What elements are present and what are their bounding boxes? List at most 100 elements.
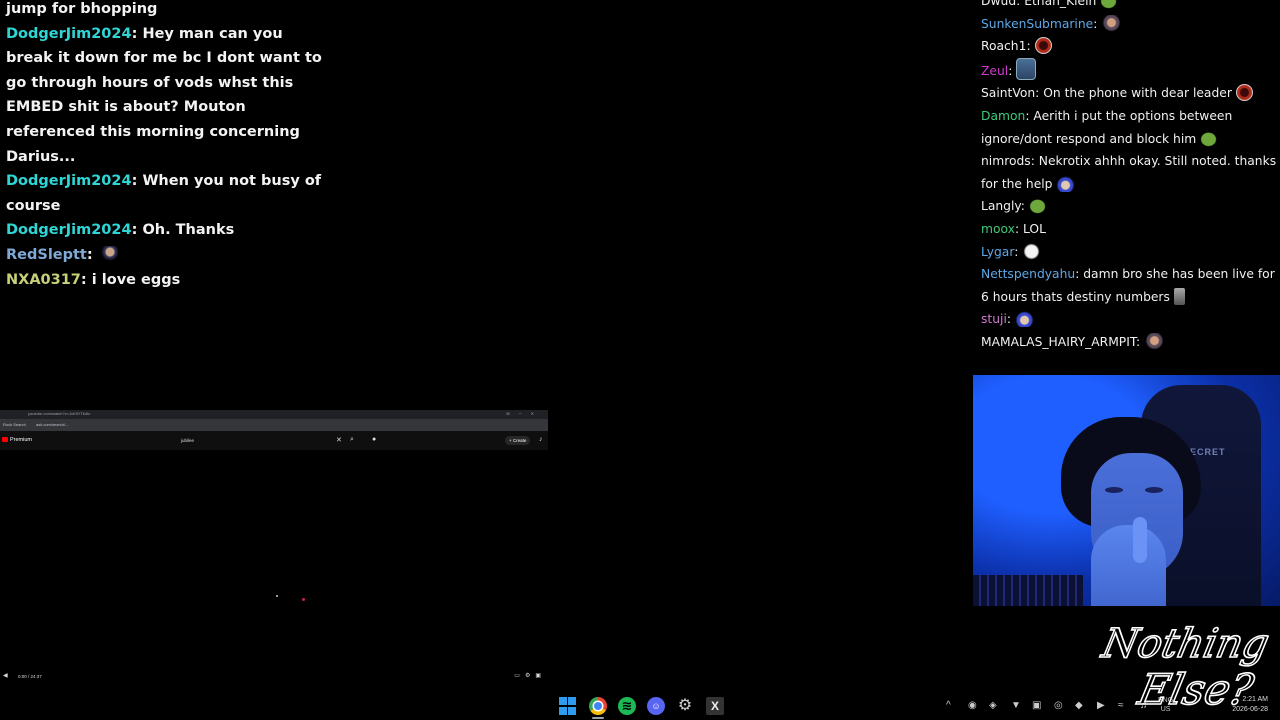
- chat-message: Lygar:: [977, 241, 1277, 264]
- orb-emote: [1235, 84, 1253, 102]
- chat-text: On the phone with dear leader: [1043, 86, 1232, 101]
- chat-separator: :: [1035, 86, 1044, 101]
- man-emote: [1144, 332, 1164, 350]
- webcam-feed: SECRET: [973, 375, 1280, 606]
- grey-emote: [1173, 287, 1185, 305]
- chat-text: i love eggs: [91, 271, 181, 288]
- time-display: 0:00 / 24:37: [18, 674, 42, 679]
- chat-username[interactable]: Roach1: [977, 39, 1026, 53]
- chrome-active-indicator: [592, 717, 604, 719]
- keyboard: [973, 575, 1083, 606]
- tray-steam-icon[interactable]: ◈: [989, 700, 997, 711]
- chat-message: DodgerJim2024: Hey man can you break it …: [6, 22, 324, 170]
- spotify-icon[interactable]: ≋: [618, 697, 636, 715]
- chat-message: SaintVon: On the phone with dear leader: [977, 82, 1277, 105]
- video-player[interactable]: [0, 450, 548, 670]
- clear-search-icon[interactable]: ✕: [336, 436, 342, 444]
- chat-text: Oh. Thanks: [142, 222, 235, 239]
- chat-username[interactable]: stuji: [977, 312, 1007, 326]
- man-emote: [1101, 14, 1121, 32]
- show-hidden-icons-icon[interactable]: ^: [946, 700, 951, 711]
- chat-username[interactable]: SunkenSubmarine: [977, 17, 1093, 31]
- chat-message: stuji:: [977, 308, 1277, 331]
- logo-line2: Else?: [1133, 666, 1258, 712]
- chat-username[interactable]: nimrods: [977, 154, 1031, 168]
- chat-separator: :: [131, 25, 143, 42]
- chat-message: Dwud: Ethan_Klein: [977, 0, 1277, 13]
- chat-username[interactable]: DodgerJim2024: [6, 222, 132, 238]
- obs-icon[interactable]: X: [706, 697, 724, 715]
- chat-username[interactable]: Damon: [977, 109, 1025, 123]
- chat-separator: :: [86, 246, 98, 263]
- address-bar[interactable]: youtube.com/watch?v=JxKflYT64tc: [28, 411, 90, 416]
- chat-separator: :: [1014, 221, 1023, 236]
- chat-username[interactable]: Zeul: [977, 64, 1008, 78]
- streamer-eye: [1145, 487, 1163, 493]
- streamer-finger: [1133, 517, 1147, 563]
- right-chat-panel: Dwud: Ethan_Klein SunkenSubmarine: Roach…: [977, 0, 1277, 354]
- microphone-icon[interactable]: ●: [372, 436, 376, 443]
- chat-username[interactable]: SaintVon: [977, 86, 1035, 100]
- logo-line1: Nothing: [1098, 619, 1273, 666]
- chat-message: Langly:: [977, 195, 1277, 218]
- chat-message: SunkenSubmarine:: [977, 13, 1277, 36]
- tray-app-icon[interactable]: ◉: [968, 700, 977, 711]
- frog-emote: [1028, 197, 1048, 215]
- chrome-icon[interactable]: [589, 697, 607, 715]
- bookmark-item[interactable]: Rock Search: [3, 422, 26, 427]
- chat-text: Hey man can you break it down for me bc …: [6, 25, 322, 165]
- chat-separator: :: [1016, 0, 1025, 8]
- chat-username[interactable]: RedSleptt: [6, 247, 87, 263]
- chat-separator: :: [1008, 63, 1017, 78]
- chat-username[interactable]: DodgerJim2024: [6, 26, 132, 42]
- notifications-bell-icon[interactable]: ♪: [539, 436, 543, 443]
- chat-message: Damon: Aerith i put the options between …: [977, 105, 1277, 150]
- tray-shield-icon[interactable]: ▼: [1011, 700, 1021, 711]
- chat-message: NXA0317: i love eggs: [6, 268, 324, 293]
- orb-emote: [1034, 37, 1052, 55]
- chat-message: Zeul:: [977, 57, 1277, 83]
- chat-separator: :: [1020, 199, 1029, 214]
- hat-emote: [1014, 310, 1034, 328]
- window-controls[interactable]: ⊞ ─ ✕: [506, 411, 538, 416]
- chat-username[interactable]: Lygar: [977, 245, 1014, 259]
- chat-message: RedSleptt:: [6, 243, 324, 268]
- chat-separator: :: [1030, 154, 1039, 169]
- chat-text: Ethan_Klein: [1024, 0, 1097, 8]
- search-icon[interactable]: ⌕: [350, 436, 354, 444]
- chat-message: jump for bhopping: [6, 0, 324, 22]
- player-controls: ◀ 0:00 / 24:37 ▭⚙▣: [0, 670, 548, 684]
- bookmark-item[interactable]: ask.com/search/...: [36, 422, 68, 427]
- create-button[interactable]: + Create: [505, 436, 531, 445]
- discord-icon[interactable]: ☺: [647, 697, 665, 715]
- hat-emote: [1056, 174, 1076, 192]
- chat-separator: :: [131, 173, 143, 190]
- chat-separator: :: [80, 271, 92, 288]
- chat-username[interactable]: Dwud: [977, 0, 1016, 8]
- tray-security-icon[interactable]: ◆: [1075, 700, 1083, 711]
- windows-start-icon[interactable]: [559, 697, 577, 715]
- chat-username[interactable]: DodgerJim2024: [6, 173, 132, 189]
- volume-icon[interactable]: ◀: [3, 672, 8, 679]
- chat-separator: :: [1006, 312, 1015, 327]
- ghost-emote: [1022, 242, 1042, 260]
- tray-network-icon[interactable]: ◎: [1054, 700, 1063, 711]
- chat-username[interactable]: MAMALAS_HAIRY_ARMPIT: [977, 335, 1136, 349]
- search-input[interactable]: jubilee: [178, 435, 349, 446]
- cursor-dot: [302, 598, 305, 601]
- bookmarks-bar: Rock Search ask.com/search/...: [0, 419, 548, 431]
- chat-message: DodgerJim2024: When you not busy of cour…: [6, 169, 324, 218]
- player-right-controls[interactable]: ▭⚙▣: [514, 672, 546, 679]
- chat-username[interactable]: Nettspendyahu: [977, 267, 1075, 281]
- chat-message: moox: LOL: [977, 218, 1277, 241]
- youtube-logo[interactable]: Premium: [2, 437, 32, 443]
- chat-text: jump for bhopping: [6, 1, 158, 17]
- chat-username[interactable]: NXA0317: [6, 272, 81, 288]
- chat-separator: :: [1093, 16, 1102, 31]
- chat-username[interactable]: Langly: [977, 199, 1021, 213]
- browser-tab-bar: youtube.com/watch?v=JxKflYT64tc ⊞ ─ ✕: [0, 410, 548, 419]
- tray-folder-icon[interactable]: ▣: [1032, 700, 1041, 711]
- chat-message: DodgerJim2024: Oh. Thanks: [6, 218, 324, 243]
- chat-username[interactable]: moox: [977, 222, 1015, 236]
- steam-icon[interactable]: ⚙: [676, 697, 694, 715]
